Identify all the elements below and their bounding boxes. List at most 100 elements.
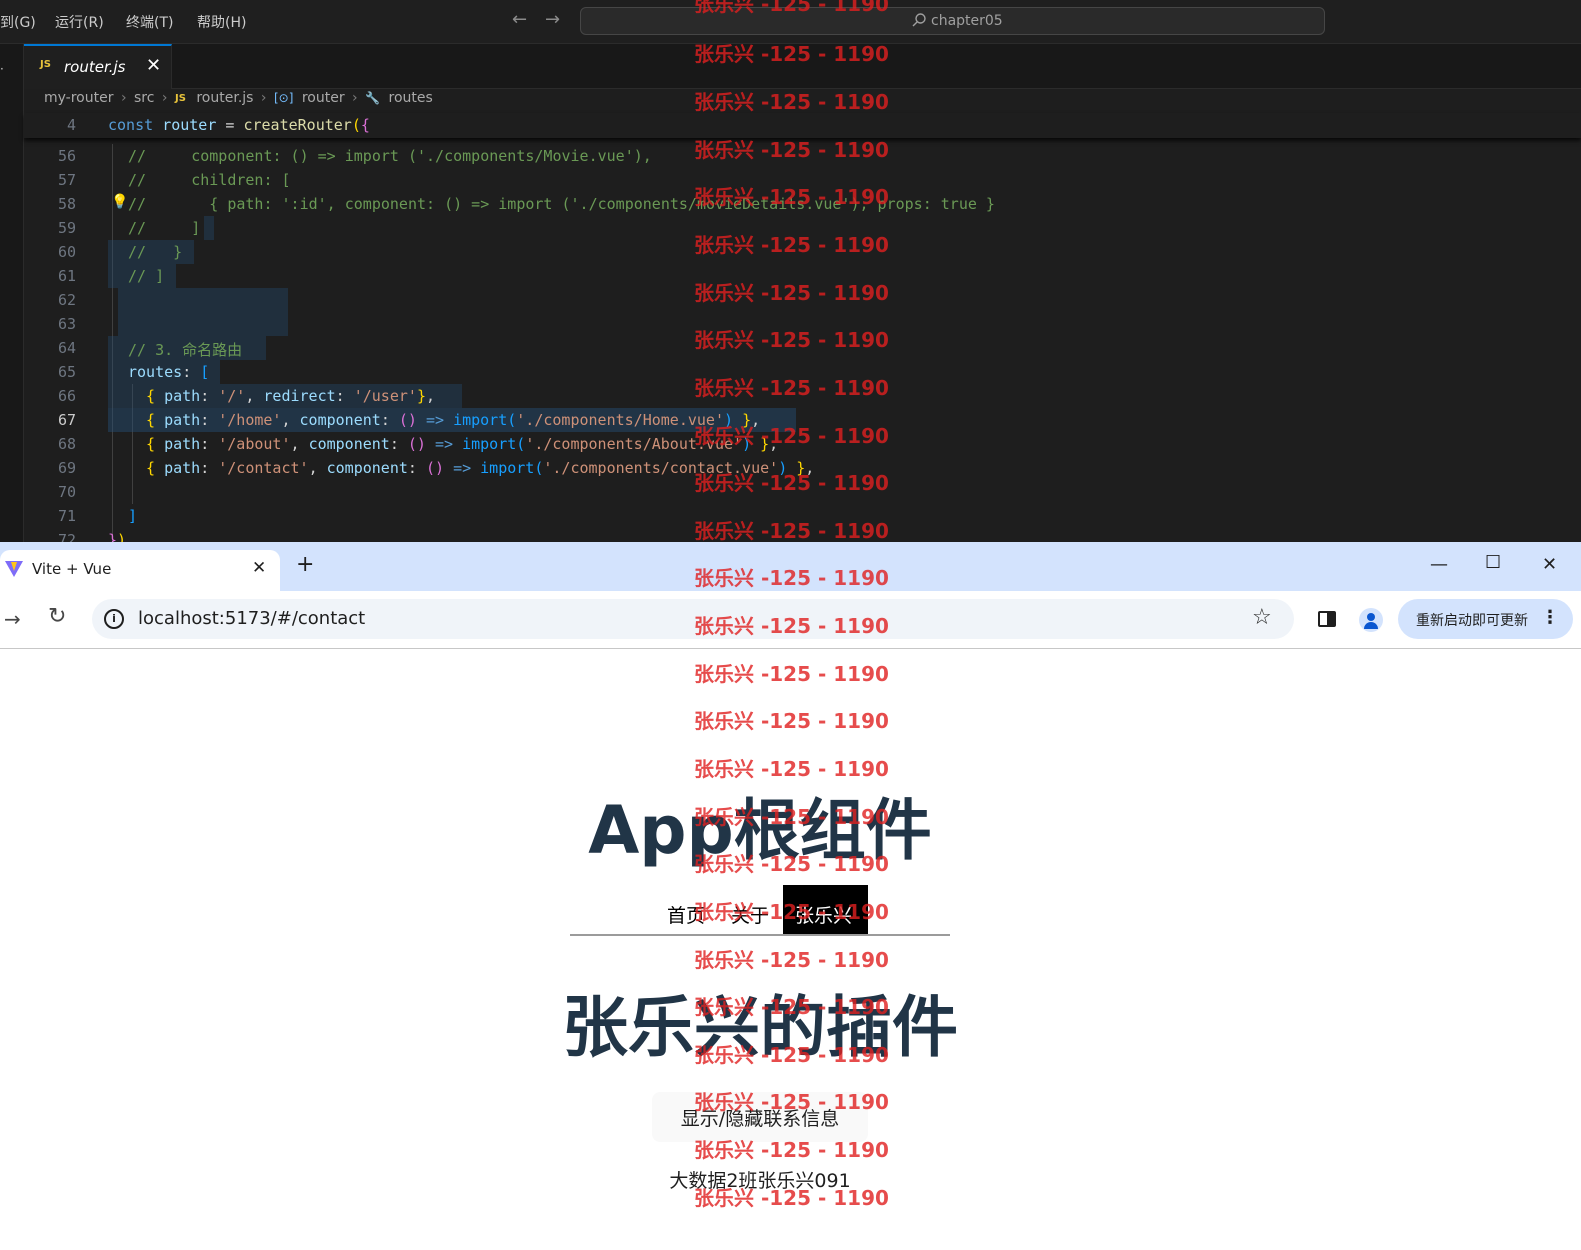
code-line: 63 — [24, 312, 1581, 336]
nav-link-home[interactable]: 首页 — [667, 901, 705, 928]
activity-dot-icon: · — [0, 62, 4, 76]
line-number: 66 — [57, 387, 76, 405]
address-bar[interactable]: i localhost:5173/#/contact ☆ — [92, 599, 1294, 639]
js-file-icon: JS — [174, 92, 186, 104]
web-page: App根组件 首页 关于 张乐兴 张乐兴的插件 显示/隐藏联系信息 大数据2班张… — [0, 649, 1581, 1250]
nav-link-about[interactable]: 关于 — [731, 901, 769, 928]
minimize-icon[interactable]: — — [1430, 554, 1448, 575]
update-button[interactable]: 重新启动即可更新 ⋮ — [1398, 599, 1573, 639]
line-number: 57 — [57, 171, 76, 189]
contact-info-text: 大数据2班张乐兴091 — [669, 1170, 851, 1192]
breadcrumb-router[interactable]: router — [302, 90, 345, 106]
search-icon — [912, 13, 926, 27]
profile-avatar-icon[interactable] — [1359, 608, 1383, 632]
search-text: chapter05 — [931, 13, 1003, 29]
editor-tab-bar — [0, 44, 1581, 89]
line-number: 63 — [57, 315, 76, 333]
code-line: 64 // 3. 命名路由 — [24, 336, 1581, 360]
tab-router-js[interactable]: JS router.js ✕ — [24, 44, 172, 89]
code-line: 72 }) — [24, 528, 1581, 542]
chevron-right-icon: › — [260, 90, 267, 106]
vite-logo-icon — [4, 559, 24, 583]
browser-window: Vite + Vue ✕ + — ☐ ✕ → ↻ i localhost:517… — [0, 542, 1581, 1250]
more-menu-icon[interactable]: ⋮ — [1541, 607, 1559, 628]
menu-goto[interactable]: 到(G) — [0, 12, 36, 32]
sticky-code: const router = createRouter({ — [108, 116, 370, 134]
reload-icon[interactable]: ↻ — [48, 604, 66, 629]
browser-tab-strip: Vite + Vue ✕ + — ☐ ✕ — [0, 542, 1581, 591]
code-text: { path: '/about', component: () => impor… — [146, 435, 779, 453]
menu-help[interactable]: 帮助(H) — [197, 12, 246, 32]
code-line: 58 💡 // { path: ':id', component: () => … — [24, 192, 1581, 216]
url-text[interactable]: localhost:5173/#/contact — [138, 608, 365, 629]
update-label: 重新启动即可更新 — [1416, 613, 1528, 629]
menu-terminal[interactable]: 终端(T) — [126, 12, 173, 32]
code-line: 65 routes: [ — [24, 360, 1581, 384]
nav-link-label: 张乐兴 — [795, 905, 853, 927]
maximize-icon[interactable]: ☐ — [1485, 552, 1501, 573]
close-icon[interactable]: ✕ — [146, 55, 161, 76]
chevron-right-icon: › — [120, 90, 127, 106]
line-number: 61 — [57, 267, 76, 285]
chevron-right-icon: › — [352, 90, 358, 106]
page-title: App根组件 — [588, 792, 932, 869]
code-line: 70 — [24, 480, 1581, 504]
code-line: 60 // } — [24, 240, 1581, 264]
side-panel-icon[interactable] — [1318, 611, 1336, 627]
code-line: 67 { path: '/home', component: () => imp… — [24, 408, 1581, 432]
line-number: 68 — [57, 435, 76, 453]
line-number: 70 — [57, 483, 76, 501]
line-number: 56 — [57, 147, 76, 165]
activity-bar: · — [0, 44, 24, 542]
nav-link-contact-active[interactable]: 张乐兴 — [783, 885, 868, 934]
code-line: 68 { path: '/about', component: () => im… — [24, 432, 1581, 456]
line-number: 69 — [57, 459, 76, 477]
forward-arrow-icon[interactable]: → — [4, 607, 21, 631]
wrench-icon: 🔧 — [365, 91, 381, 105]
code-text: { path: '/contact', component: () => imp… — [146, 459, 815, 477]
code-line: 61 // ] — [24, 264, 1581, 288]
new-tab-icon[interactable]: + — [296, 552, 314, 577]
breadcrumb-file[interactable]: router.js — [196, 90, 253, 106]
bookmark-star-icon[interactable]: ☆ — [1252, 605, 1272, 630]
back-arrow-icon[interactable]: ← — [512, 9, 527, 30]
forward-arrow-icon[interactable]: → — [545, 9, 560, 30]
browser-tab-title: Vite + Vue — [32, 560, 112, 578]
selection-highlight — [204, 216, 214, 240]
window-close-icon[interactable]: ✕ — [1542, 554, 1557, 575]
sticky-scroll-line[interactable]: 4 const router = createRouter({ — [24, 113, 1581, 138]
code-text: // } — [128, 243, 183, 261]
code-line: 56 // component: () => import ('./compon… — [24, 144, 1581, 168]
code-text: { path: '/', redirect: '/user'}, — [146, 387, 435, 405]
line-number: 72 — [57, 531, 76, 542]
site-info-icon[interactable]: i — [104, 609, 124, 629]
code-line: 71 ] — [24, 504, 1581, 528]
close-icon[interactable]: ✕ — [252, 558, 266, 578]
code-text: // { path: ':id', component: () => impor… — [128, 195, 995, 213]
breadcrumb-src[interactable]: src — [134, 90, 154, 106]
breadcrumb-folder[interactable]: my-router — [44, 90, 113, 106]
router-nav: 首页 关于 张乐兴 — [570, 885, 950, 936]
code-text: // ] — [128, 267, 165, 285]
line-number-active: 67 — [57, 411, 76, 429]
browser-tab[interactable]: Vite + Vue ✕ — [0, 550, 280, 591]
line-number: 65 — [57, 363, 76, 381]
code-text: { path: '/home', component: () => import… — [146, 411, 761, 429]
command-center-label: chapter05 — [911, 12, 1003, 29]
line-number: 62 — [57, 291, 76, 309]
code-text: // 3. 命名路由 — [128, 341, 243, 359]
code-text: // ] — [128, 219, 201, 237]
command-center[interactable]: chapter05 — [580, 7, 1325, 35]
line-number: 60 — [57, 243, 76, 261]
menu-run[interactable]: 运行(R) — [55, 12, 104, 32]
breadcrumb-routes[interactable]: routes — [389, 90, 433, 106]
line-number: 59 — [57, 219, 76, 237]
code-text: // children: [ — [128, 171, 291, 189]
code-text: // component: () => import ('./component… — [128, 147, 652, 165]
code-editor[interactable]: 56 // component: () => import ('./compon… — [24, 144, 1581, 542]
tab-label: router.js — [64, 58, 126, 76]
toggle-contact-button[interactable]: 显示/隐藏联系信息 — [652, 1092, 868, 1142]
code-text: ] — [128, 507, 138, 525]
lightbulb-icon[interactable]: 💡 — [111, 194, 128, 210]
js-file-icon: JS — [40, 59, 51, 70]
